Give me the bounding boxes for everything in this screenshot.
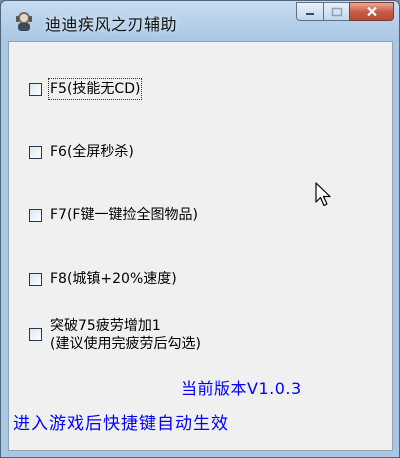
option-f5-checkbox[interactable]	[29, 83, 42, 96]
app-window: 迪迪疾风之刃辅助 F5(技能无CD) F6(全屏秒杀) F7(F键一键捡全图物品…	[0, 0, 400, 458]
option-f7-label[interactable]: F7(F键一键捡全图物品)	[50, 206, 198, 224]
minimize-button[interactable]	[296, 2, 323, 21]
maximize-icon	[331, 7, 342, 16]
close-button[interactable]	[349, 2, 394, 21]
maximize-button[interactable]	[323, 2, 349, 21]
option-f6-row[interactable]: F6(全屏秒杀)	[9, 143, 134, 161]
option-fatigue-checkbox[interactable]	[29, 328, 42, 341]
option-f6-checkbox[interactable]	[29, 146, 42, 159]
caption-buttons	[296, 2, 394, 21]
option-f8-label[interactable]: F8(城镇+20%速度)	[50, 270, 177, 288]
client-area: F5(技能无CD) F6(全屏秒杀) F7(F键一键捡全图物品) F8(城镇+2…	[8, 41, 393, 451]
option-f6-label[interactable]: F6(全屏秒杀)	[50, 143, 134, 161]
hotkey-note: 进入游戏后快捷键自动生效	[13, 414, 229, 434]
window-title: 迪迪疾风之刃辅助	[45, 15, 178, 34]
version-label: 当前版本V1.0.3	[181, 379, 302, 398]
option-f7-checkbox[interactable]	[29, 209, 42, 222]
mouse-cursor-icon	[315, 182, 331, 207]
minimize-icon	[306, 12, 314, 15]
app-icon	[16, 12, 32, 31]
title-bar[interactable]: 迪迪疾风之刃辅助	[1, 1, 399, 41]
option-fatigue-label[interactable]: 突破75疲劳增加1 (建议使用完疲劳后勾选)	[50, 317, 201, 353]
option-fatigue-row[interactable]: 突破75疲劳增加1 (建议使用完疲劳后勾选)	[9, 317, 201, 353]
option-f8-checkbox[interactable]	[29, 273, 42, 286]
close-icon	[366, 6, 377, 17]
option-f8-row[interactable]: F8(城镇+20%速度)	[9, 270, 177, 288]
option-f5-label[interactable]: F5(技能无CD)	[47, 78, 143, 100]
option-f7-row[interactable]: F7(F键一键捡全图物品)	[9, 206, 198, 224]
option-f5-row[interactable]: F5(技能无CD)	[9, 78, 143, 100]
